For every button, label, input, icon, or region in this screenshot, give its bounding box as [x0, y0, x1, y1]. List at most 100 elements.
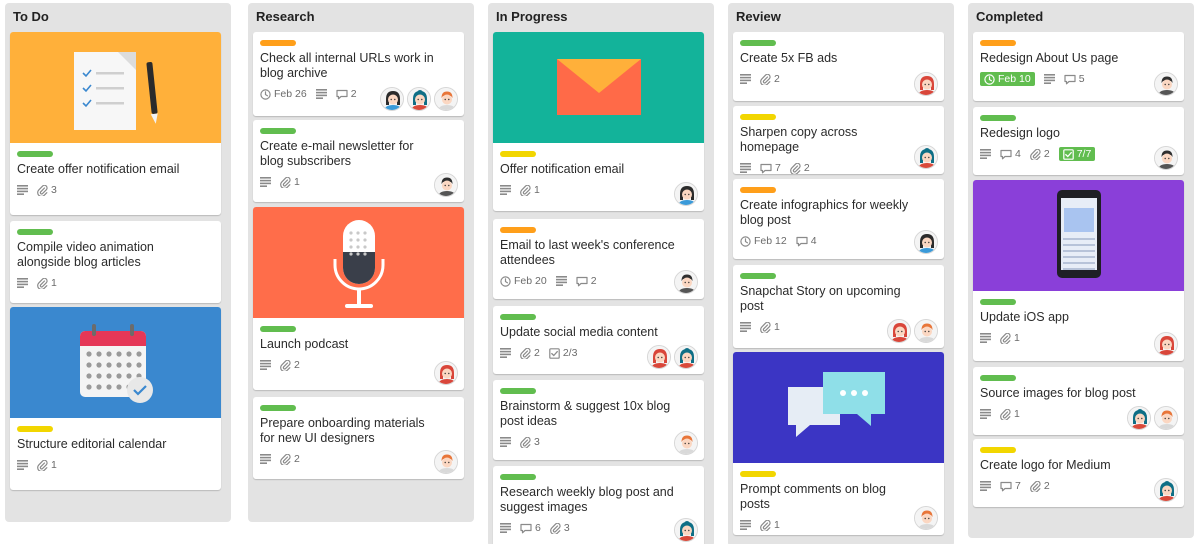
- card-label-green[interactable]: [500, 388, 536, 394]
- card[interactable]: Offer notification email 1: [493, 32, 704, 211]
- avatar[interactable]: [1154, 332, 1178, 356]
- card-title[interactable]: Redesign About Us page: [980, 51, 1158, 66]
- card[interactable]: Sharpen copy across homepage 7 2: [733, 106, 944, 174]
- description-icon: [315, 89, 327, 99]
- card[interactable]: Compile video animation alongside blog a…: [10, 221, 221, 303]
- card[interactable]: Redesign About Us page Feb 10 5: [973, 32, 1184, 101]
- card[interactable]: Create offer notification email 3: [10, 32, 221, 215]
- avatar[interactable]: [914, 72, 938, 96]
- card[interactable]: Launch podcast 2: [253, 207, 464, 390]
- card-title[interactable]: Create offer notification email: [17, 162, 195, 177]
- card-label-green[interactable]: [17, 151, 53, 157]
- card-label-green[interactable]: [980, 299, 1016, 305]
- card[interactable]: Create e-mail newsletter for blog subscr…: [253, 120, 464, 202]
- card[interactable]: Update iOS app 1: [973, 180, 1184, 361]
- card-label-orange[interactable]: [260, 40, 296, 46]
- list-title[interactable]: Completed: [968, 3, 1194, 29]
- card-label-green[interactable]: [17, 229, 53, 235]
- comments-badge: 7: [760, 162, 781, 174]
- attachments-badge: 1: [520, 184, 540, 196]
- card-label-green[interactable]: [260, 128, 296, 134]
- card-title[interactable]: Prompt comments on blog posts: [740, 482, 918, 512]
- card[interactable]: Email to last week's conference attendee…: [493, 219, 704, 299]
- card-label-yellow[interactable]: [17, 426, 53, 432]
- card-label-green[interactable]: [980, 115, 1016, 121]
- card-title[interactable]: Update social media content: [500, 325, 678, 340]
- card-title[interactable]: Launch podcast: [260, 337, 438, 352]
- card-label-green[interactable]: [260, 326, 296, 332]
- avatar[interactable]: [674, 182, 698, 206]
- avatar[interactable]: [674, 345, 698, 369]
- avatar[interactable]: [647, 345, 671, 369]
- card-label-green[interactable]: [740, 273, 776, 279]
- card[interactable]: Prompt comments on blog posts 1: [733, 352, 944, 535]
- avatar[interactable]: [914, 506, 938, 530]
- card-title[interactable]: Source images for blog post: [980, 386, 1158, 401]
- avatar[interactable]: [434, 361, 458, 385]
- card-title[interactable]: Email to last week's conference attendee…: [500, 238, 678, 268]
- card-label-yellow[interactable]: [980, 447, 1016, 453]
- card-title[interactable]: Create e-mail newsletter for blog subscr…: [260, 139, 438, 169]
- avatar[interactable]: [434, 87, 458, 111]
- description-icon: [740, 520, 751, 530]
- card-title[interactable]: Structure editorial calendar: [17, 437, 195, 452]
- card-title[interactable]: Snapchat Story on upcoming post: [740, 284, 918, 314]
- list-title[interactable]: Review: [728, 3, 954, 29]
- card-title[interactable]: Redesign logo: [980, 126, 1158, 141]
- avatar[interactable]: [434, 173, 458, 197]
- card[interactable]: Redesign logo 4 2 7/7: [973, 107, 1184, 175]
- card[interactable]: Source images for blog post 1: [973, 367, 1184, 435]
- avatar[interactable]: [434, 450, 458, 474]
- avatar[interactable]: [380, 87, 404, 111]
- avatar[interactable]: [674, 270, 698, 294]
- card-label-green[interactable]: [500, 314, 536, 320]
- card-label-orange[interactable]: [500, 227, 536, 233]
- card-title[interactable]: Create infographics for weekly blog post: [740, 198, 918, 228]
- card-label-yellow[interactable]: [500, 151, 536, 157]
- avatar[interactable]: [1154, 406, 1178, 430]
- list-title[interactable]: Research: [248, 3, 474, 29]
- card-title[interactable]: Create logo for Medium: [980, 458, 1158, 473]
- avatar[interactable]: [674, 431, 698, 455]
- card[interactable]: Research weekly blog post and suggest im…: [493, 466, 704, 544]
- card-label-orange[interactable]: [740, 187, 776, 193]
- avatar[interactable]: [1127, 406, 1151, 430]
- card-title[interactable]: Check all internal URLs work in blog arc…: [260, 51, 438, 81]
- card[interactable]: Brainstorm & suggest 10x blog post ideas…: [493, 380, 704, 460]
- card-label-green[interactable]: [500, 474, 536, 480]
- card-title[interactable]: Offer notification email: [500, 162, 678, 177]
- description-icon: [500, 437, 511, 447]
- card-title[interactable]: Prepare onboarding materials for new UI …: [260, 416, 438, 446]
- card-title[interactable]: Brainstorm & suggest 10x blog post ideas: [500, 399, 678, 429]
- card-label-green[interactable]: [980, 375, 1016, 381]
- card-title[interactable]: Create 5x FB ads: [740, 51, 918, 66]
- list-title[interactable]: To Do: [5, 3, 231, 29]
- list-title[interactable]: In Progress: [488, 3, 714, 29]
- card[interactable]: Prepare onboarding materials for new UI …: [253, 397, 464, 479]
- card-title[interactable]: Sharpen copy across homepage: [740, 125, 918, 155]
- avatar[interactable]: [914, 145, 938, 169]
- card[interactable]: Structure editorial calendar 1: [10, 307, 221, 490]
- card[interactable]: Update social media content 2 2/3: [493, 306, 704, 374]
- card[interactable]: Create 5x FB ads 2: [733, 32, 944, 101]
- card-title[interactable]: Update iOS app: [980, 310, 1158, 325]
- avatar[interactable]: [1154, 478, 1178, 502]
- card[interactable]: Snapchat Story on upcoming post 1: [733, 265, 944, 348]
- card[interactable]: Create infographics for weekly blog post…: [733, 179, 944, 259]
- avatar[interactable]: [914, 230, 938, 254]
- avatar[interactable]: [674, 518, 698, 542]
- card-label-green[interactable]: [740, 40, 776, 46]
- card-label-orange[interactable]: [980, 40, 1016, 46]
- avatar[interactable]: [1154, 146, 1178, 170]
- card-label-green[interactable]: [260, 405, 296, 411]
- card-title[interactable]: Compile video animation alongside blog a…: [17, 240, 195, 270]
- card[interactable]: Check all internal URLs work in blog arc…: [253, 32, 464, 116]
- card-label-yellow[interactable]: [740, 114, 776, 120]
- avatar[interactable]: [1154, 72, 1178, 96]
- avatar[interactable]: [914, 319, 938, 343]
- card-title[interactable]: Research weekly blog post and suggest im…: [500, 485, 678, 515]
- avatar[interactable]: [407, 87, 431, 111]
- avatar[interactable]: [887, 319, 911, 343]
- card-label-yellow[interactable]: [740, 471, 776, 477]
- card[interactable]: Create logo for Medium 7 2: [973, 439, 1184, 507]
